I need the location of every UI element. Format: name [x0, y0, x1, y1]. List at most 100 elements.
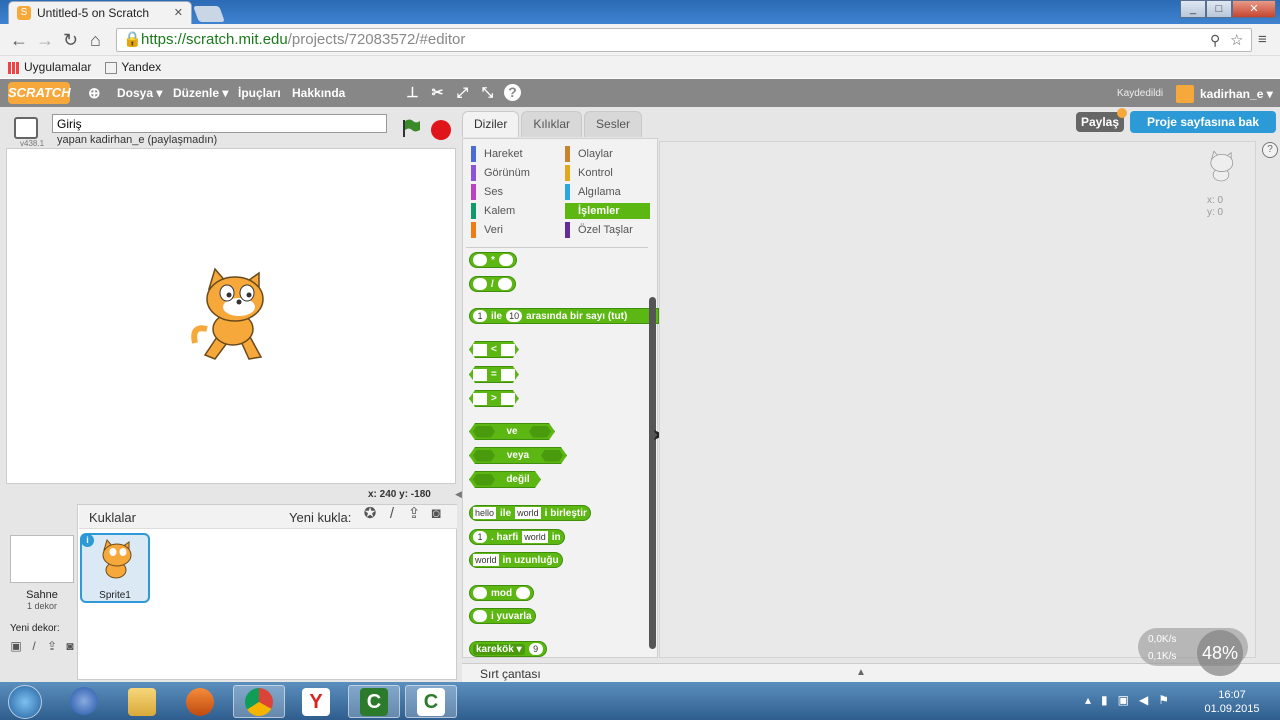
folder-icon[interactable]: [128, 688, 156, 716]
category-sensing[interactable]: Algılama: [565, 184, 650, 200]
camera-icon[interactable]: ◙: [63, 640, 77, 652]
tray-expand-icon[interactable]: ▴: [1085, 693, 1091, 707]
block-pick-random[interactable]: 1 ile 10 arasında bir sayı (tut): [469, 308, 659, 324]
category-sound[interactable]: Ses: [471, 184, 559, 200]
category-motion[interactable]: Hareket: [471, 146, 559, 162]
clock[interactable]: 16:07 01.09.2015: [1196, 688, 1268, 716]
volume-icon[interactable]: ◀: [1139, 693, 1148, 707]
apps-grid-icon: [8, 61, 20, 74]
see-project-page-button[interactable]: Proje sayfasına bak: [1130, 111, 1276, 133]
internet-explorer-icon[interactable]: [70, 687, 98, 715]
browser-tab[interactable]: S Untitled-5 on Scratch ✕: [8, 1, 192, 24]
yandex-icon[interactable]: Y: [302, 688, 330, 716]
block-multiply[interactable]: *: [469, 252, 517, 268]
sprite-info-icon[interactable]: i: [81, 534, 94, 547]
camtasia-icon: C: [360, 688, 388, 716]
bookmark-yandex[interactable]: Yandex: [105, 60, 161, 74]
sprite-x: x: 0: [1207, 195, 1224, 206]
category-looks[interactable]: Görünüm: [471, 165, 559, 181]
menu-edit[interactable]: Düzenle ▾: [173, 86, 228, 100]
upload-icon[interactable]: ⇪: [406, 506, 422, 521]
scratch-cat-sprite[interactable]: [187, 267, 279, 367]
shrink-icon[interactable]: ⤡: [479, 84, 496, 101]
collapse-stage-icon[interactable]: ◀: [455, 489, 462, 500]
user-menu[interactable]: kadirhan_e ▾: [1176, 85, 1273, 103]
sprite-y: y: 0: [1207, 207, 1224, 218]
block-not[interactable]: değil: [469, 471, 541, 488]
category-data[interactable]: Veri: [471, 222, 559, 238]
stage-canvas[interactable]: [6, 148, 456, 484]
extension-icon[interactable]: ⚲: [1210, 32, 1220, 49]
start-button[interactable]: [8, 685, 42, 719]
palette-scrollbar[interactable]: [649, 297, 656, 649]
tab-costumes[interactable]: Kılıklar: [521, 111, 583, 137]
project-title-input[interactable]: [52, 114, 387, 133]
block-join[interactable]: hello ile world i birleştir: [469, 505, 591, 521]
stop-sign-icon[interactable]: [431, 120, 451, 140]
username: kadirhan_e ▾: [1200, 87, 1273, 101]
flag-icon[interactable]: ⚑: [1158, 693, 1169, 707]
sprite-library-icon[interactable]: ✪: [362, 506, 378, 521]
block-length-of[interactable]: world in uzunluğu: [469, 552, 563, 568]
block-or[interactable]: veya: [469, 447, 567, 464]
paint-brush-icon[interactable]: /: [27, 640, 41, 652]
backdrop-library-icon[interactable]: ▣: [9, 640, 23, 652]
share-notification-badge: [1117, 108, 1127, 118]
duplicate-stamp-icon[interactable]: ⊥: [404, 84, 421, 101]
close-tab-icon[interactable]: ✕: [174, 6, 183, 19]
network-icon[interactable]: ▣: [1118, 693, 1129, 707]
menu-file[interactable]: Dosya ▾: [117, 86, 162, 100]
close-window-icon[interactable]: ✕: [1232, 0, 1276, 18]
delete-scissors-icon[interactable]: ✂: [429, 84, 446, 101]
forward-icon[interactable]: →: [36, 30, 54, 51]
help-icon[interactable]: ?: [1262, 142, 1278, 158]
category-control[interactable]: Kontrol: [565, 165, 650, 181]
menu-tips[interactable]: İpuçları: [238, 86, 281, 100]
upload-icon[interactable]: ⇪: [45, 640, 59, 652]
reload-icon[interactable]: ↻: [63, 30, 78, 51]
language-globe-icon[interactable]: ⊕: [88, 84, 101, 102]
page-icon: [105, 61, 118, 74]
backpack-arrow-icon[interactable]: ▲: [856, 667, 866, 678]
back-icon[interactable]: ←: [10, 30, 28, 51]
block-and[interactable]: ve: [469, 423, 555, 440]
window-controls: _ □ ✕: [1180, 0, 1276, 18]
stage-thumbnail[interactable]: [10, 535, 74, 583]
block-divide[interactable]: /: [469, 276, 516, 292]
scripts-area[interactable]: [659, 141, 1256, 658]
fullscreen-button[interactable]: [14, 117, 38, 139]
category-pen[interactable]: Kalem: [471, 203, 559, 219]
minimize-icon[interactable]: _: [1180, 0, 1206, 18]
grow-icon[interactable]: ⤢: [454, 84, 471, 101]
address-bar[interactable]: 🔒 https://scratch.mit.edu/projects/72083…: [116, 28, 1252, 52]
new-sprite-label: Yeni kukla:: [289, 510, 352, 525]
maximize-icon[interactable]: □: [1206, 0, 1232, 18]
paint-brush-icon[interactable]: /: [384, 506, 400, 521]
category-events[interactable]: Olaylar: [565, 146, 650, 162]
block-less-than[interactable]: <: [469, 341, 519, 358]
bookmark-apps[interactable]: Uygulamalar: [8, 60, 91, 74]
home-icon[interactable]: ⌂: [90, 30, 101, 51]
backpack-bar[interactable]: Sırt çantası: [462, 663, 1280, 683]
new-backdrop-label: Yeni dekor:: [10, 623, 60, 634]
category-more-blocks[interactable]: Özel Taşlar: [565, 222, 650, 238]
block-math-function[interactable]: karekök ▾ 9: [469, 641, 547, 657]
tab-scripts[interactable]: Diziler: [462, 111, 520, 137]
help-icon[interactable]: ?: [504, 84, 521, 101]
camera-icon[interactable]: ◙: [428, 506, 444, 521]
scratch-logo[interactable]: SCRATCH: [8, 82, 71, 104]
tab-sounds[interactable]: Sesler: [584, 111, 643, 137]
media-player-icon[interactable]: [186, 688, 214, 716]
new-tab-button[interactable]: [193, 6, 225, 22]
block-equals[interactable]: =: [469, 366, 519, 383]
bookmark-star-icon[interactable]: ☆: [1230, 31, 1243, 49]
block-letter-of[interactable]: 1. harfi world in: [469, 529, 565, 545]
block-mod[interactable]: mod: [469, 585, 535, 601]
menu-icon[interactable]: ≡: [1258, 31, 1267, 48]
block-greater-than[interactable]: >: [469, 390, 519, 407]
signal-icon[interactable]: ▮: [1101, 693, 1108, 707]
green-flag-icon[interactable]: [400, 118, 422, 138]
category-operators[interactable]: İşlemler: [565, 203, 650, 219]
block-round[interactable]: i yuvarla: [469, 608, 536, 624]
menu-about[interactable]: Hakkında: [292, 86, 345, 100]
